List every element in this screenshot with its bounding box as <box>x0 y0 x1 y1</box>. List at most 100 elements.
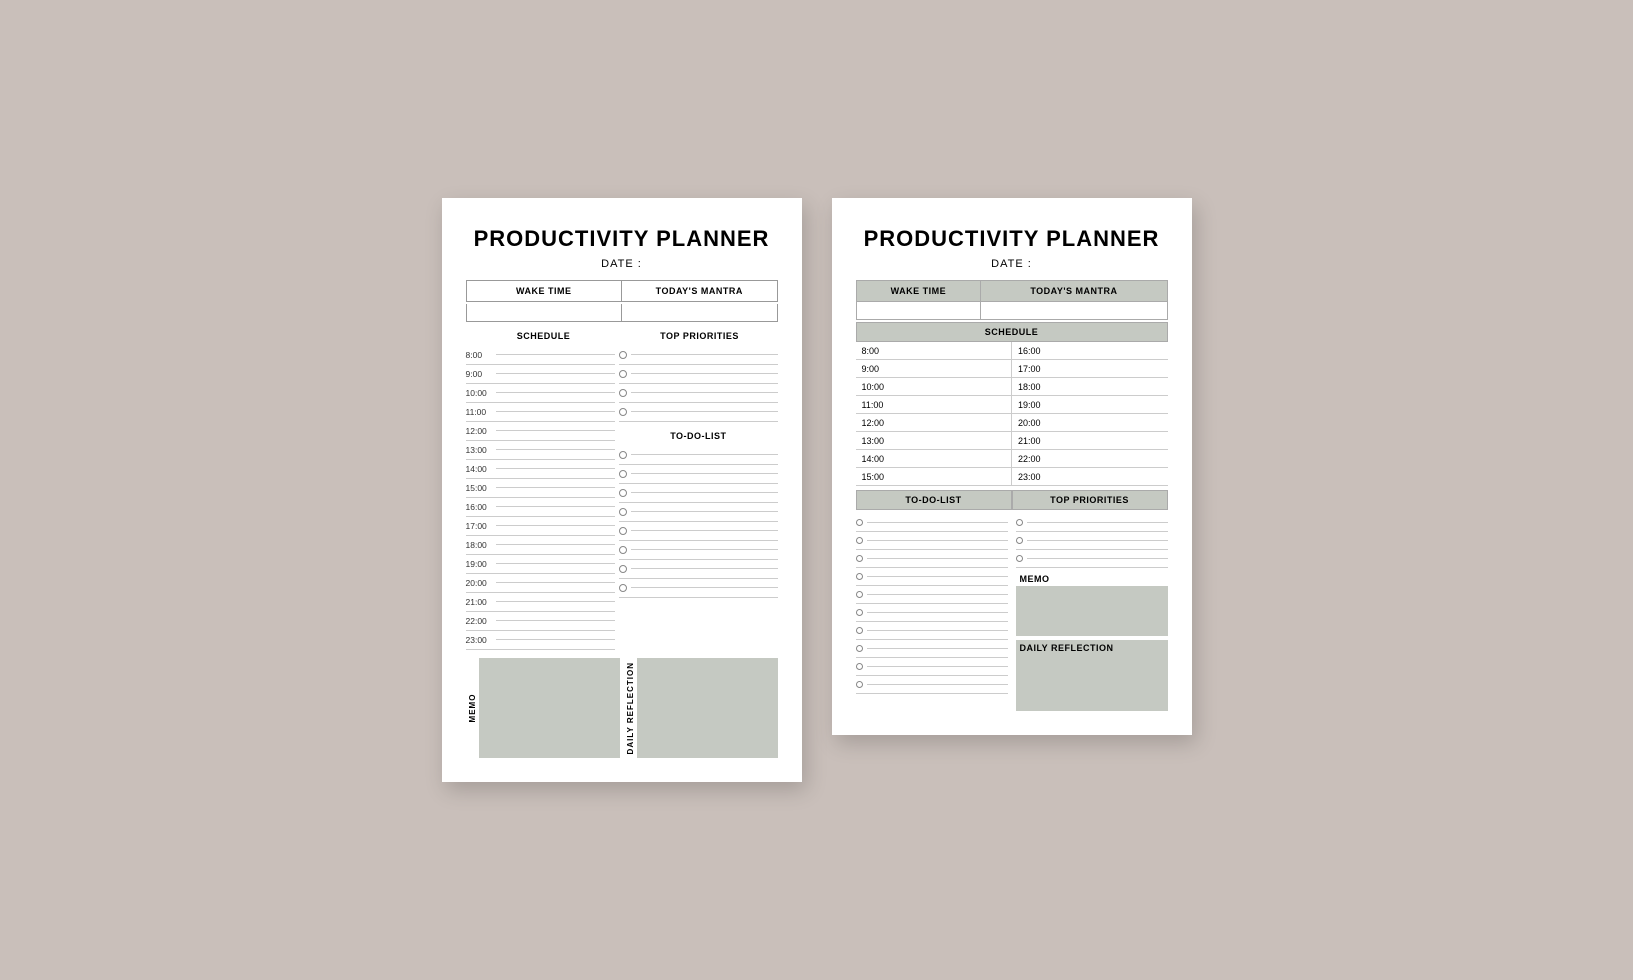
schedule-left-1100: 11:00 <box>856 396 1012 414</box>
priorities-header-right: TOP PRIORITIES <box>1012 490 1168 510</box>
table-row: 10:00 18:00 <box>856 378 1168 396</box>
schedule-right-2000: 20:00 <box>1012 414 1168 432</box>
right-header-table: WAKE TIME TODAY'S MANTRA <box>856 280 1168 320</box>
wake-time-input[interactable] <box>467 304 623 321</box>
left-page-title: PRODUCTIVITY PLANNER <box>466 226 778 252</box>
todo-right-1 <box>856 514 1008 532</box>
priority-row-2 <box>619 365 777 384</box>
right-bottom-section: MEMO DAILY REFLECTION <box>856 514 1168 711</box>
todo-row-3 <box>619 484 777 503</box>
right-schedule-table: 8:00 16:00 9:00 17:00 10:00 18:00 11:00 … <box>856 342 1168 487</box>
schedule-row-1500: 15:00 <box>466 479 616 498</box>
schedule-left-900: 9:00 <box>856 360 1012 378</box>
todo-right-6 <box>856 604 1008 622</box>
schedule-row-2300: 23:00 <box>466 631 616 650</box>
right-wake-time-input[interactable] <box>856 301 981 319</box>
daily-reflection-box-right[interactable] <box>1016 656 1168 711</box>
right-todo-list <box>856 514 1008 711</box>
todo-row-7 <box>619 560 777 579</box>
left-date-line: DATE : <box>466 258 778 270</box>
todo-row-5 <box>619 522 777 541</box>
table-row: 12:00 20:00 <box>856 414 1168 432</box>
schedule-row-2100: 21:00 <box>466 593 616 612</box>
todo-right-4 <box>856 568 1008 586</box>
wake-mantra-header: WAKE TIME TODAY'S MANTRA <box>466 280 778 302</box>
table-row: 15:00 23:00 <box>856 468 1168 486</box>
schedule-row-1800: 18:00 <box>466 536 616 555</box>
memo-label-left: MEMO <box>466 658 479 758</box>
schedule-row-2200: 22:00 <box>466 612 616 631</box>
table-row: 8:00 16:00 <box>856 342 1168 360</box>
memo-box-left[interactable] <box>479 658 620 758</box>
schedule-column-left: 8:00 9:00 10:00 11:00 12:00 13:00 14:00 … <box>466 346 616 650</box>
bottom-sections-left: MEMO DAILY REFLECTION <box>466 658 778 758</box>
schedule-row-1000: 10:00 <box>466 384 616 403</box>
schedule-row-1700: 17:00 <box>466 517 616 536</box>
schedule-left-1500: 15:00 <box>856 468 1012 486</box>
daily-reflection-label-left: DAILY REFLECTION <box>624 658 637 758</box>
memo-header-right: MEMO <box>1016 572 1168 586</box>
right-mantra-input[interactable] <box>981 301 1167 319</box>
mantra-input[interactable] <box>622 304 777 321</box>
todo-row-8 <box>619 579 777 598</box>
right-schedule-header: SCHEDULE <box>856 322 1168 342</box>
schedule-row-1300: 13:00 <box>466 441 616 460</box>
priority-row-3 <box>619 384 777 403</box>
schedule-row-1400: 14:00 <box>466 460 616 479</box>
memo-box-right[interactable] <box>1016 586 1168 636</box>
daily-reflection-section-left: DAILY REFLECTION <box>624 658 778 758</box>
priority-right-3 <box>1016 550 1168 568</box>
schedule-header-left: SCHEDULE <box>466 328 622 344</box>
table-row: 9:00 17:00 <box>856 360 1168 378</box>
table-row: 14:00 22:00 <box>856 450 1168 468</box>
todo-right-3 <box>856 550 1008 568</box>
priority-row-4 <box>619 403 777 422</box>
right-mantra-header: TODAY'S MANTRA <box>981 280 1167 301</box>
todo-right-2 <box>856 532 1008 550</box>
todo-right-10 <box>856 676 1008 694</box>
schedule-right-1900: 19:00 <box>1012 396 1168 414</box>
main-content-left: 8:00 9:00 10:00 11:00 12:00 13:00 14:00 … <box>466 346 778 650</box>
schedule-row-900: 9:00 <box>466 365 616 384</box>
priority-right-2 <box>1016 532 1168 550</box>
schedule-right-1700: 17:00 <box>1012 360 1168 378</box>
schedule-left-800: 8:00 <box>856 342 1012 360</box>
left-planner-page: PRODUCTIVITY PLANNER DATE : WAKE TIME TO… <box>442 198 802 782</box>
schedule-right-1800: 18:00 <box>1012 378 1168 396</box>
todo-right-5 <box>856 586 1008 604</box>
schedule-left-1300: 13:00 <box>856 432 1012 450</box>
right-memo-daily-section: MEMO DAILY REFLECTION <box>1016 514 1168 711</box>
todo-row-6 <box>619 541 777 560</box>
daily-reflection-header-right: DAILY REFLECTION <box>1016 640 1168 656</box>
todays-mantra-label: TODAY'S MANTRA <box>622 281 777 301</box>
schedule-left-1400: 14:00 <box>856 450 1012 468</box>
todo-right-7 <box>856 622 1008 640</box>
todo-section-left: TO-DO-LIST <box>619 428 777 598</box>
todo-title-left: TO-DO-LIST <box>619 428 777 444</box>
priorities-header-left: TOP PRIORITIES <box>622 328 778 344</box>
schedule-row-1100: 11:00 <box>466 403 616 422</box>
wake-input-row <box>466 304 778 322</box>
schedule-row-2000: 20:00 <box>466 574 616 593</box>
right-page-title: PRODUCTIVITY PLANNER <box>856 226 1168 252</box>
todo-header-right: TO-DO-LIST <box>856 490 1012 510</box>
schedule-row-1200: 12:00 <box>466 422 616 441</box>
schedule-left-1200: 12:00 <box>856 414 1012 432</box>
todo-row-4 <box>619 503 777 522</box>
priority-right-1 <box>1016 514 1168 532</box>
schedule-row-1900: 19:00 <box>466 555 616 574</box>
todo-right-8 <box>856 640 1008 658</box>
schedule-right-2100: 21:00 <box>1012 432 1168 450</box>
schedule-left-1000: 10:00 <box>856 378 1012 396</box>
daily-reflection-container-right: DAILY REFLECTION <box>1016 640 1168 711</box>
table-row: 11:00 19:00 <box>856 396 1168 414</box>
priorities-todo-column-left: TO-DO-LIST <box>619 346 777 650</box>
schedule-right-1600: 16:00 <box>1012 342 1168 360</box>
schedule-row-800: 8:00 <box>466 346 616 365</box>
right-date-line: DATE : <box>856 258 1168 270</box>
todo-row-1 <box>619 446 777 465</box>
daily-reflection-box-left[interactable] <box>637 658 778 758</box>
todo-right-9 <box>856 658 1008 676</box>
right-planner-page: PRODUCTIVITY PLANNER DATE : WAKE TIME TO… <box>832 198 1192 736</box>
schedule-row-1600: 16:00 <box>466 498 616 517</box>
